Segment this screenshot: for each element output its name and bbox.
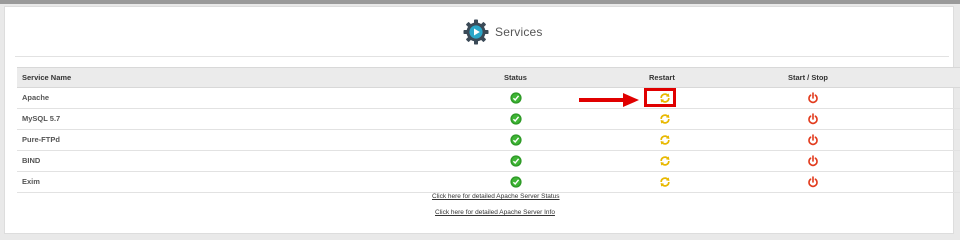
table-row: MySQL 5.7 <box>17 109 960 130</box>
annotation-highlight-box <box>644 88 676 107</box>
status-running-icon <box>510 134 522 146</box>
services-title-group: Services <box>463 18 543 46</box>
service-name: Exim <box>22 177 40 186</box>
services-panel: Services Service Name Status Restart Sta… <box>4 6 960 234</box>
services-gear-play-icon <box>463 19 489 45</box>
power-icon[interactable] <box>807 92 819 104</box>
status-running-icon <box>510 155 522 167</box>
apache-status-link[interactable]: Click here for detailed Apache Server St… <box>432 193 560 200</box>
restart-icon[interactable] <box>659 113 671 125</box>
service-name: Apache <box>22 93 50 102</box>
status-running-icon <box>510 92 522 104</box>
table-row: Pure-FTPd <box>17 130 960 151</box>
restart-icon[interactable] <box>659 155 671 167</box>
service-name: MySQL 5.7 <box>22 114 61 123</box>
apache-info-link[interactable]: Click here for detailed Apache Server In… <box>435 209 555 216</box>
power-icon[interactable] <box>807 134 819 146</box>
services-header: Services <box>5 7 953 57</box>
power-icon[interactable] <box>807 155 819 167</box>
status-running-icon <box>510 113 522 125</box>
power-icon[interactable] <box>807 113 819 125</box>
column-header-service-name: Service Name <box>22 73 72 82</box>
power-icon[interactable] <box>807 176 819 188</box>
column-header-start-stop: Start / Stop <box>788 73 829 82</box>
services-table: Service Name Status Restart Start / Stop… <box>17 67 960 193</box>
restart-icon[interactable] <box>659 176 671 188</box>
column-header-restart: Restart <box>649 73 675 82</box>
restart-icon[interactable] <box>659 134 671 146</box>
table-row: BIND <box>17 151 960 172</box>
page-title: Services <box>495 25 543 39</box>
header-divider <box>15 56 949 57</box>
annotation-arrow <box>579 93 639 107</box>
status-running-icon <box>510 176 522 188</box>
table-header: Service Name Status Restart Start / Stop <box>17 67 960 88</box>
table-row: Apache <box>17 88 960 109</box>
table-row: Exim <box>17 172 960 193</box>
service-name: BIND <box>22 156 41 165</box>
top-border <box>0 0 960 4</box>
service-name: Pure-FTPd <box>22 135 60 144</box>
column-header-status: Status <box>504 73 527 82</box>
